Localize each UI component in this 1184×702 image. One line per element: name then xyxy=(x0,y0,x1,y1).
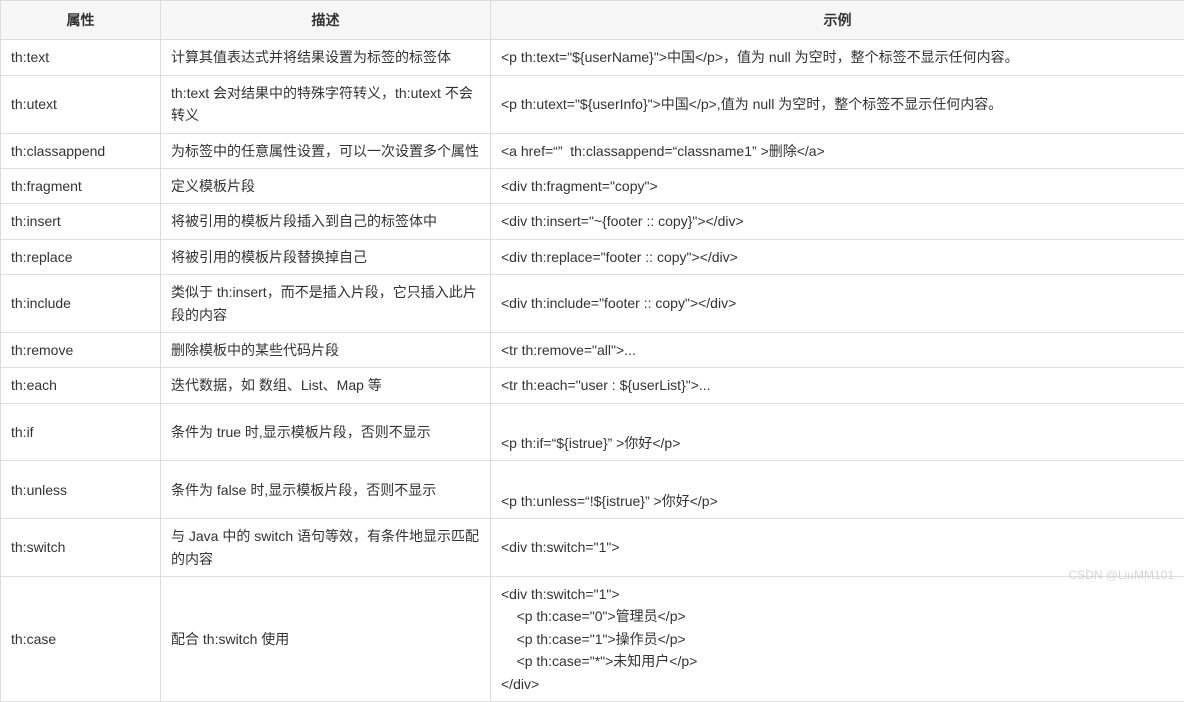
header-attr: 属性 xyxy=(1,1,161,40)
table-row: th:include类似于 th:insert，而不是插入片段，它只插入此片段的… xyxy=(1,275,1184,333)
cell-attr: th:replace xyxy=(1,239,161,274)
cell-attr: th:text xyxy=(1,40,161,75)
cell-example: <div th:fragment="copy"> xyxy=(491,168,1184,203)
cell-attr: th:utext xyxy=(1,75,161,133)
cell-example: <tr th:remove="all">... xyxy=(491,332,1184,367)
cell-attr: th:if xyxy=(1,403,161,461)
table-row: th:fragment定义模板片段<div th:fragment="copy"… xyxy=(1,168,1184,203)
header-example: 示例 xyxy=(491,1,1184,40)
table-row: th:replace将被引用的模板片段替换掉自己<div th:replace=… xyxy=(1,239,1184,274)
table-row: th:unless条件为 false 时,显示模板片段，否则不显示 <p th:… xyxy=(1,461,1184,519)
cell-attr: th:each xyxy=(1,368,161,403)
table-row: th:switch与 Java 中的 switch 语句等效，有条件地显示匹配的… xyxy=(1,519,1184,577)
table-row: th:classappend为标签中的任意属性设置，可以一次设置多个属性<a h… xyxy=(1,133,1184,168)
cell-example: <p th:utext="${userInfo}">中国</p>,值为 null… xyxy=(491,75,1184,133)
cell-attr: th:classappend xyxy=(1,133,161,168)
cell-example: <div th:replace="footer :: copy"></div> xyxy=(491,239,1184,274)
cell-attr: th:insert xyxy=(1,204,161,239)
cell-attr: th:case xyxy=(1,577,161,702)
cell-desc: 条件为 false 时,显示模板片段，否则不显示 xyxy=(161,461,491,519)
cell-desc: 为标签中的任意属性设置，可以一次设置多个属性 xyxy=(161,133,491,168)
cell-desc: 类似于 th:insert，而不是插入片段，它只插入此片段的内容 xyxy=(161,275,491,333)
table-row: th:utextth:text 会对结果中的特殊字符转义，th:utext 不会… xyxy=(1,75,1184,133)
table-row: th:each迭代数据，如 数组、List、Map 等<tr th:each="… xyxy=(1,368,1184,403)
cell-desc: 删除模板中的某些代码片段 xyxy=(161,332,491,367)
cell-attr: th:switch xyxy=(1,519,161,577)
table-body: th:text计算其值表达式并将结果设置为标签的标签体<p th:text="$… xyxy=(1,40,1184,702)
cell-desc: 与 Java 中的 switch 语句等效，有条件地显示匹配的内容 xyxy=(161,519,491,577)
cell-attr: th:include xyxy=(1,275,161,333)
table-row: th:if条件为 true 时,显示模板片段，否则不显示 <p th:if=“$… xyxy=(1,403,1184,461)
cell-desc: th:text 会对结果中的特殊字符转义，th:utext 不会转义 xyxy=(161,75,491,133)
cell-example: <p th:if=“${istrue}” >你好</p> xyxy=(491,403,1184,461)
cell-example: <div th:include="footer :: copy"></div> xyxy=(491,275,1184,333)
cell-example: <div th:insert="~{footer :: copy}"></div… xyxy=(491,204,1184,239)
cell-desc: 迭代数据，如 数组、List、Map 等 xyxy=(161,368,491,403)
cell-attr: th:unless xyxy=(1,461,161,519)
cell-attr: th:fragment xyxy=(1,168,161,203)
cell-example: <a href=“” th:classappend=“classname1” >… xyxy=(491,133,1184,168)
cell-example: <p th:text="${userName}">中国</p>，值为 null … xyxy=(491,40,1184,75)
cell-desc: 将被引用的模板片段替换掉自己 xyxy=(161,239,491,274)
cell-desc: 定义模板片段 xyxy=(161,168,491,203)
cell-desc: 配合 th:switch 使用 xyxy=(161,577,491,702)
table-row: th:insert将被引用的模板片段插入到自己的标签体中<div th:inse… xyxy=(1,204,1184,239)
table-row: th:text计算其值表达式并将结果设置为标签的标签体<p th:text="$… xyxy=(1,40,1184,75)
table-row: th:remove删除模板中的某些代码片段<tr th:remove="all"… xyxy=(1,332,1184,367)
cell-desc: 条件为 true 时,显示模板片段，否则不显示 xyxy=(161,403,491,461)
cell-example: <div th:switch="1"> xyxy=(491,519,1184,577)
cell-example: <div th:switch="1"> <p th:case="0">管理员</… xyxy=(491,577,1184,702)
cell-desc: 将被引用的模板片段插入到自己的标签体中 xyxy=(161,204,491,239)
cell-desc: 计算其值表达式并将结果设置为标签的标签体 xyxy=(161,40,491,75)
cell-example: <tr th:each="user : ${userList}">... xyxy=(491,368,1184,403)
cell-attr: th:remove xyxy=(1,332,161,367)
header-desc: 描述 xyxy=(161,1,491,40)
table-row: th:case配合 th:switch 使用<div th:switch="1"… xyxy=(1,577,1184,702)
thymeleaf-attr-table: 属性 描述 示例 th:text计算其值表达式并将结果设置为标签的标签体<p t… xyxy=(0,0,1184,702)
table-header-row: 属性 描述 示例 xyxy=(1,1,1184,40)
cell-example: <p th:unless=“!${istrue}” >你好</p> xyxy=(491,461,1184,519)
